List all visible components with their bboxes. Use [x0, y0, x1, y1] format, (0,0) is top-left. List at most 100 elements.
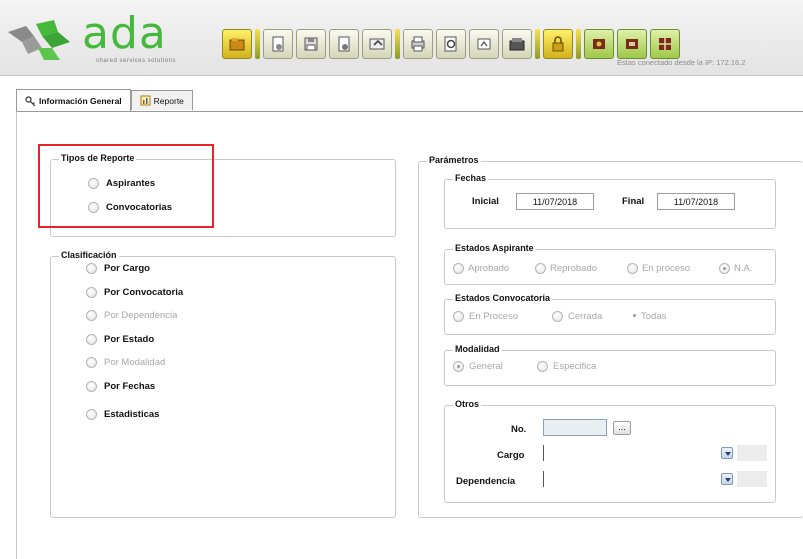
- archive-icon: [509, 38, 525, 51]
- radio-por-cargo[interactable]: Por Cargo: [86, 263, 150, 274]
- radio-circle: [537, 361, 548, 372]
- fechas-legend: Fechas: [453, 173, 489, 183]
- radio-na: N.A.: [719, 263, 752, 274]
- radio-circle: [719, 263, 730, 274]
- radio-especifica: Especifica: [537, 361, 596, 372]
- radio-en-proceso: En proceso: [627, 263, 690, 274]
- tool-icon: [593, 39, 605, 49]
- radio-label: N.A.: [734, 263, 753, 274]
- radio-circle: [453, 311, 464, 322]
- radio-estadisticas[interactable]: Estadisticas: [86, 409, 159, 420]
- logo-arrows-icon: [8, 20, 70, 60]
- radio-circle[interactable]: [86, 334, 97, 345]
- connection-status-text: Estas conectado desde la IP: 172.16.2: [617, 58, 746, 67]
- radio-label: Especifica: [553, 361, 597, 372]
- radio-conv-en-proceso: En Proceso: [453, 311, 518, 322]
- lock-button[interactable]: [543, 29, 573, 59]
- estados-convocatoria-legend: Estados Convocatoria: [453, 293, 553, 303]
- export-icon: [477, 38, 491, 50]
- toolbar-separator: [576, 29, 581, 59]
- fecha-inicial-input[interactable]: 11/07/2018: [516, 193, 594, 210]
- tab-informacion-general[interactable]: Información General: [16, 89, 131, 112]
- radio-label: En Proceso: [469, 311, 519, 322]
- toolbar-separator: [535, 29, 540, 59]
- radio-circle: [627, 263, 638, 274]
- radio-label: Reprobado: [550, 263, 598, 274]
- no-lookup-button[interactable]: ...: [613, 421, 631, 435]
- preview-icon: [444, 36, 457, 52]
- radio-label: Por Cargo: [104, 263, 150, 274]
- radio-label: Estadisticas: [104, 409, 160, 420]
- new-document-button[interactable]: [263, 29, 293, 59]
- radio-circle: [453, 263, 464, 274]
- radio-cerrada: Cerrada: [552, 311, 602, 322]
- radio-general: General: [453, 361, 503, 372]
- modalidad-legend: Modalidad: [453, 344, 502, 354]
- save-button[interactable]: [296, 29, 326, 59]
- tab-reporte[interactable]: Reporte: [130, 90, 193, 110]
- radio-label: General: [469, 361, 503, 372]
- tool-button[interactable]: [584, 29, 614, 59]
- radio-label: Por Estado: [104, 334, 155, 345]
- grid-icon: [659, 38, 671, 50]
- chevron-down-icon[interactable]: [721, 447, 733, 459]
- radio-por-modalidad: Por Modalidad: [86, 357, 165, 368]
- dependencia-label: Dependencia: [456, 476, 516, 487]
- print-button[interactable]: [403, 29, 433, 59]
- dependencia-select[interactable]: [543, 471, 767, 487]
- window-button[interactable]: [617, 29, 647, 59]
- radio-por-dependencia: Por Dependencia: [86, 310, 177, 321]
- tab-informacion-general-label: Información General: [39, 96, 122, 106]
- radio-label: En proceso: [642, 263, 691, 274]
- radio-aprobado: Aprobado: [453, 263, 509, 274]
- fecha-final-input[interactable]: 11/07/2018: [657, 193, 735, 210]
- toolbar-separator: [395, 29, 400, 59]
- chevron-down-icon[interactable]: [721, 473, 733, 485]
- cargo-select-extension: [737, 445, 767, 461]
- open-folder-icon: [229, 38, 245, 51]
- no-label: No.: [511, 424, 527, 435]
- app-logo-text: ada: [82, 8, 167, 59]
- fecha-inicial-label: Inicial: [472, 196, 499, 207]
- toolbar-separator: [255, 29, 260, 59]
- parametros-legend: Parámetros: [427, 155, 481, 165]
- radio-circle[interactable]: [86, 409, 97, 420]
- radio-circle[interactable]: [86, 381, 97, 392]
- preview-button[interactable]: [436, 29, 466, 59]
- radio-por-fechas[interactable]: Por Fechas: [86, 381, 155, 392]
- save-icon: [304, 37, 318, 51]
- cargo-label: Cargo: [497, 450, 525, 461]
- radio-por-estado[interactable]: Por Estado: [86, 334, 154, 345]
- radio-todas: Todas: [630, 311, 666, 322]
- no-input[interactable]: [543, 419, 607, 436]
- cargo-select[interactable]: [543, 445, 767, 461]
- key-icon: [25, 95, 36, 106]
- radio-label: Por Convocatoria: [104, 287, 184, 298]
- app-banner: ada shared services solutions Estas cone…: [0, 0, 803, 76]
- radio-label: Todas: [641, 311, 667, 322]
- app-logo-subtitle: shared services solutions: [96, 58, 176, 64]
- dependencia-select-extension: [737, 471, 767, 487]
- grid-button[interactable]: [650, 29, 680, 59]
- new-document-icon: [272, 36, 284, 52]
- highlight-box: [38, 144, 214, 228]
- document-button[interactable]: [329, 29, 359, 59]
- fecha-final-label: Final: [622, 196, 645, 207]
- open-folder-button[interactable]: [222, 29, 252, 59]
- radio-circle[interactable]: [86, 287, 97, 298]
- undo-button[interactable]: [362, 29, 392, 59]
- radio-circle: [535, 263, 546, 274]
- tab-bar: Información General Reporte: [16, 89, 193, 112]
- archive-button[interactable]: [502, 29, 532, 59]
- radio-circle[interactable]: [86, 263, 97, 274]
- export-button[interactable]: [469, 29, 499, 59]
- undo-icon: [369, 38, 385, 50]
- radio-label: Por Dependencia: [104, 310, 178, 321]
- radio-circle: [630, 311, 636, 322]
- radio-circle: [86, 357, 97, 368]
- radio-por-convocatoria[interactable]: Por Convocatoria: [86, 287, 183, 298]
- radio-reprobado: Reprobado: [535, 263, 597, 274]
- estados-aspirante-legend: Estados Aspirante: [453, 243, 536, 253]
- main-toolbar: [222, 24, 680, 64]
- lock-icon: [552, 36, 564, 52]
